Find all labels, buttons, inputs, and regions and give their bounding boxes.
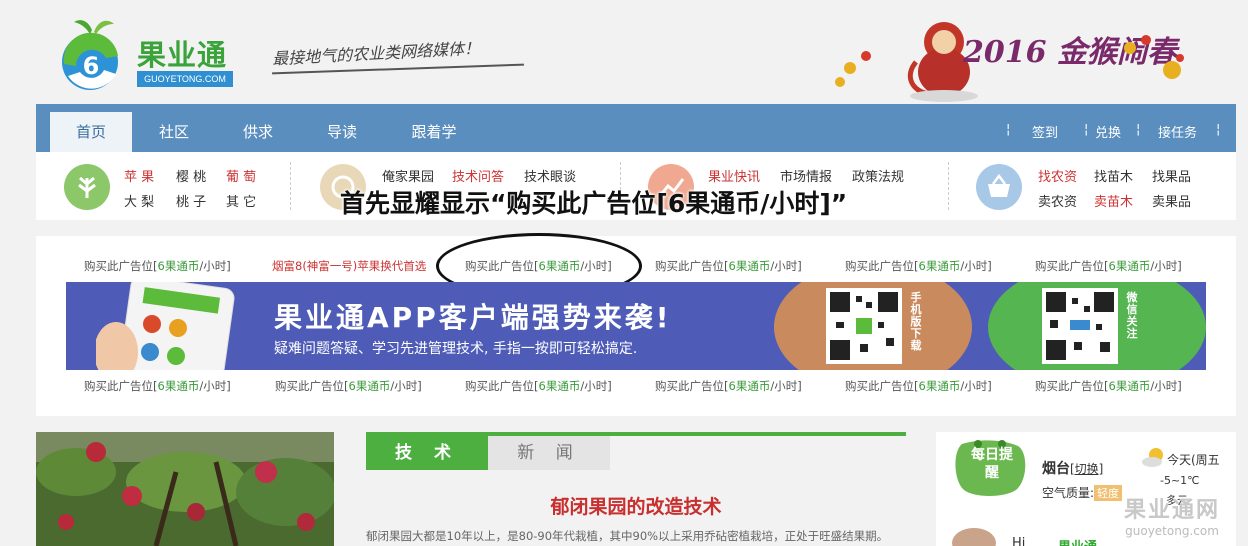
ad-slot[interactable]: 购买此广告位[6果通币/小时] xyxy=(84,378,231,394)
nav-item-community[interactable]: 社区 xyxy=(146,104,202,152)
cat-market[interactable]: 市场情报 xyxy=(780,166,832,185)
weather-temp: -5~1℃ xyxy=(1160,474,1200,487)
cat-find-seedlings[interactable]: 找苗木 xyxy=(1094,166,1133,185)
main-nav: 首页 社区 供求 导读 跟着学 ¦ 签到 ¦ 兑换 ¦ 接任务 ¦ xyxy=(36,104,1236,152)
city-switch-link[interactable]: [切换] xyxy=(1070,462,1103,476)
cat-policy[interactable]: 政策法规 xyxy=(852,166,904,185)
city-name: 烟台[切换] xyxy=(1042,461,1104,477)
signin-link[interactable]: 签到 xyxy=(1032,122,1058,141)
wechat-qr-icon[interactable] xyxy=(1042,288,1118,364)
task-link[interactable]: 接任务 xyxy=(1158,122,1197,141)
article-title[interactable]: 郁闭果园的改造技术 xyxy=(366,492,906,519)
ad-slot[interactable]: 购买此广告位[6果通币/小时] xyxy=(275,378,422,394)
ad-slot[interactable]: 购买此广告位[6果通币/小时] xyxy=(845,378,992,394)
watermark-cn: 果业通网 xyxy=(1124,498,1221,523)
tab-tech[interactable]: 技 术 xyxy=(366,436,488,470)
divider xyxy=(948,162,949,210)
logo-domain: GUOYETONG.COM xyxy=(137,71,233,87)
article-panel: 技 术 新 闻 郁闭果园的改造技术 郁闭果园大都是10年以上，是80-90年代栽… xyxy=(366,432,906,546)
ad-slot[interactable]: 购买此广告位[6果通币/小时] xyxy=(465,378,612,394)
basket-icon xyxy=(976,164,1022,210)
daily-reminder-text: 每日提醒 xyxy=(971,447,1013,481)
ad-slot[interactable]: 购买此广告位[6果通币/小时] xyxy=(655,378,802,394)
nav-separator: ¦ xyxy=(1006,122,1011,137)
cat-tech-qa[interactable]: 技术问答 xyxy=(452,166,504,185)
avatar[interactable] xyxy=(952,528,996,546)
nav-separator: ¦ xyxy=(1216,122,1221,137)
sun-cloud-icon xyxy=(1142,448,1163,467)
logo-icon[interactable]: 6 xyxy=(52,12,130,94)
watermark-en: guoyetong.com xyxy=(1125,524,1219,538)
weather-today: 今天(周五 xyxy=(1167,453,1220,467)
greeting: Hi xyxy=(1012,536,1026,546)
divider xyxy=(290,162,291,210)
air-quality-badge: 轻度 xyxy=(1094,485,1123,501)
ad-slot[interactable]: 购买此广告位[6果通币/小时] xyxy=(1035,378,1182,394)
nav-item-supply[interactable]: 供求 xyxy=(230,104,286,152)
ad-slot[interactable]: 购买此广告位[6果通币/小时] xyxy=(655,258,802,274)
nav-separator: ¦ xyxy=(1084,122,1089,137)
festive-banner-icon: 2016 金猴闹春 xyxy=(835,22,1184,102)
cat-other[interactable]: 其 它 xyxy=(226,191,256,210)
phone-icon xyxy=(96,282,235,370)
ad-slot[interactable]: 购买此广告位[6果通币/小时] xyxy=(845,258,992,274)
annotation-caption: 首先显耀显示“购买此广告位[6果通币/小时]” xyxy=(340,189,848,218)
ad-slot-special[interactable]: 烟富8(神富一号)苹果换代首选 xyxy=(272,258,426,274)
air-quality: 空气质量: 轻度 xyxy=(1042,484,1123,501)
article-excerpt: 郁闭果园大都是10年以上，是80-90年代栽植，其中90%以上采用乔砧密植栽培，… xyxy=(366,529,889,543)
cat-peach[interactable]: 桃 子 xyxy=(176,191,206,210)
cat-tech-talk[interactable]: 技术眼谈 xyxy=(524,166,576,185)
cat-find-fruit[interactable]: 找果品 xyxy=(1152,166,1191,185)
brand-small: 果业通 xyxy=(1058,536,1097,546)
nav-item-home[interactable]: 首页 xyxy=(50,112,132,152)
app-banner[interactable]: 果业通APP客户端强势来袭! 疑难问题答疑、学习先进管理技术, 手指一按即可轻松… xyxy=(66,282,1206,370)
cat-news[interactable]: 果业快讯 xyxy=(708,166,760,185)
wechat-label: 微信关注 xyxy=(1126,291,1138,340)
cat-cherry[interactable]: 樱 桃 xyxy=(176,166,206,185)
ad-slot[interactable]: 购买此广告位[6果通币/小时] xyxy=(84,258,231,274)
site-header: 6 果业通 GUOYETONG.COM 最接地气的农业类网络媒体！ 2016 金… xyxy=(0,0,1248,104)
cat-my-orchard[interactable]: 俺家果园 xyxy=(382,166,434,185)
svg-text:6: 6 xyxy=(83,52,100,80)
mobile-download-label: 手机版下载 xyxy=(910,291,922,352)
qr-code-icon[interactable] xyxy=(826,288,902,364)
cat-grape[interactable]: 葡 萄 xyxy=(226,166,256,185)
nav-item-learn[interactable]: 跟着学 xyxy=(402,104,466,152)
leaf-icon xyxy=(64,164,110,210)
exchange-link[interactable]: 兑换 xyxy=(1095,122,1121,141)
cat-pear[interactable]: 大 梨 xyxy=(124,191,154,210)
cat-find-supplies[interactable]: 找农资 xyxy=(1038,166,1077,185)
nav-separator: ¦ xyxy=(1136,122,1141,137)
cat-sell-fruit[interactable]: 卖果品 xyxy=(1152,191,1191,210)
banner-subtitle: 疑难问题答疑、学习先进管理技术, 手指一按即可轻松搞定. xyxy=(274,341,638,357)
tab-news[interactable]: 新 闻 xyxy=(488,436,610,470)
watermark: 果业通网 guoyetong.com xyxy=(1124,492,1220,538)
nav-item-guide[interactable]: 导读 xyxy=(314,104,370,152)
cat-sell-supplies[interactable]: 卖农资 xyxy=(1038,191,1077,210)
banner-title: 果业通APP客户端强势来袭! xyxy=(274,301,672,334)
cat-sell-seedlings[interactable]: 卖苗木 xyxy=(1094,191,1133,210)
ad-slot[interactable]: 购买此广告位[6果通币/小时] xyxy=(1035,258,1182,274)
cat-apple[interactable]: 苹 果 xyxy=(124,166,154,185)
slogan: 最接地气的农业类网络媒体！ xyxy=(271,38,481,69)
peach-tree-photo[interactable] xyxy=(36,432,334,546)
logo-name[interactable]: 果业通 xyxy=(137,32,227,74)
